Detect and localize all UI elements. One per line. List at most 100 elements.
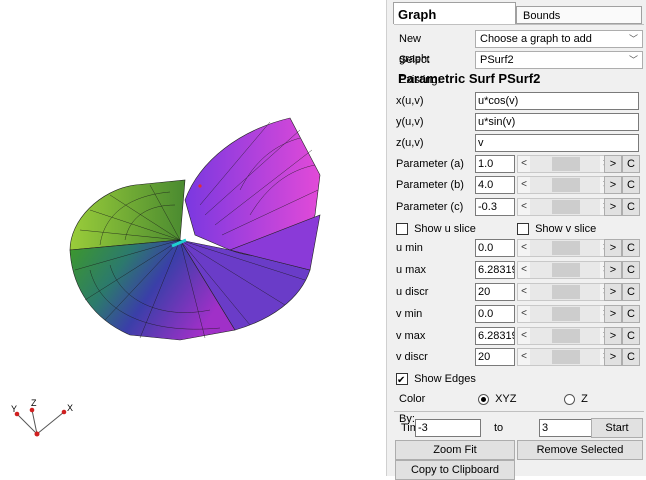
range-input[interactable]: 20 xyxy=(475,348,515,366)
range-reset-button[interactable]: C xyxy=(622,239,640,257)
parameter-slider[interactable]: <> xyxy=(517,176,613,194)
slider-left-arrow-icon[interactable]: < xyxy=(518,177,530,193)
range-input[interactable]: 6.28319 xyxy=(475,327,515,345)
slider-thumb[interactable] xyxy=(552,350,580,364)
slider-left-arrow-icon[interactable]: < xyxy=(518,156,530,172)
parameter-input[interactable]: -0.3 xyxy=(475,198,515,216)
select-existing-select[interactable]: PSurf2 ﹀ xyxy=(475,51,643,69)
parameter-reset-button[interactable]: C xyxy=(622,176,640,194)
range-slider[interactable]: <> xyxy=(517,305,613,323)
range-label: u discr xyxy=(396,286,429,298)
parameter-slider[interactable]: <> xyxy=(517,198,613,216)
parameter-step-button[interactable]: > xyxy=(604,198,622,216)
range-reset-button[interactable]: C xyxy=(622,348,640,366)
range-input[interactable]: 6.28319 xyxy=(475,261,515,279)
slider-thumb[interactable] xyxy=(552,263,580,277)
range-input[interactable]: 0.0 xyxy=(475,239,515,257)
z-radio[interactable] xyxy=(564,393,575,405)
show-u-slice-label: Show u slice xyxy=(414,223,476,235)
axis-x-label: X xyxy=(67,403,73,413)
range-reset-button[interactable]: C xyxy=(622,283,640,301)
range-slider[interactable]: <> xyxy=(517,239,613,257)
remove-selected-button[interactable]: Remove Selected xyxy=(517,440,643,460)
range-step-button[interactable]: > xyxy=(604,261,622,279)
plot-canvas[interactable]: Y Z X xyxy=(0,0,386,476)
slider-left-arrow-icon[interactable]: < xyxy=(518,284,530,300)
range-input[interactable]: 20 xyxy=(475,283,515,301)
surface-plot: Y Z X xyxy=(11,117,321,437)
range-reset-button[interactable]: C xyxy=(622,261,640,279)
function-input[interactable]: u*cos(v) xyxy=(475,92,639,110)
color-by-xyz[interactable]: XYZ xyxy=(478,389,516,409)
xyz-label: XYZ xyxy=(495,393,517,405)
parameter-label: Parameter (c) xyxy=(396,201,464,213)
parameter-reset-button[interactable]: C xyxy=(622,198,640,216)
show-edges-label: Show Edges xyxy=(414,373,476,385)
axis-z-dot xyxy=(29,407,35,413)
slider-thumb[interactable] xyxy=(552,285,580,299)
range-reset-button[interactable]: C xyxy=(622,305,640,323)
axis-origin xyxy=(34,431,40,437)
tab-graph[interactable]: Graph xyxy=(393,2,516,24)
slider-left-arrow-icon[interactable]: < xyxy=(518,306,530,322)
slider-thumb[interactable] xyxy=(552,241,580,255)
new-graph-value: Choose a graph to add xyxy=(480,33,592,45)
function-label: z(u,v) xyxy=(396,137,424,149)
function-label: y(u,v) xyxy=(396,116,424,128)
slider-left-arrow-icon[interactable]: < xyxy=(518,199,530,215)
zoom-fit-button[interactable]: Zoom Fit xyxy=(395,440,515,460)
range-input[interactable]: 0.0 xyxy=(475,305,515,323)
tab-bounds[interactable]: Bounds xyxy=(516,6,642,24)
show-edges-checkbox[interactable] xyxy=(396,371,408,391)
copy-to-clipboard-button[interactable]: Copy to Clipboard xyxy=(395,460,515,480)
range-step-button[interactable]: > xyxy=(604,327,622,345)
color-by-z[interactable]: Z xyxy=(564,389,588,409)
axes-gizmo xyxy=(16,409,65,435)
parameter-slider[interactable]: <> xyxy=(517,155,613,173)
chevron-down-icon: ﹀ xyxy=(628,55,638,65)
show-u-slice-checkbox[interactable] xyxy=(396,223,408,236)
parameter-input[interactable]: 4.0 xyxy=(475,176,515,194)
show-edges-row[interactable]: Show Edges xyxy=(396,369,476,391)
slider-thumb[interactable] xyxy=(552,157,580,171)
range-slider[interactable]: <> xyxy=(517,283,613,301)
range-slider[interactable]: <> xyxy=(517,327,613,345)
axis-z-label: Z xyxy=(31,398,37,408)
show-u-slice-row[interactable]: Show u slice xyxy=(396,219,476,239)
slider-left-arrow-icon[interactable]: < xyxy=(518,240,530,256)
show-v-slice-row[interactable]: Show v slice xyxy=(517,219,596,239)
axis-y-label: Y xyxy=(11,404,17,414)
range-step-button[interactable]: > xyxy=(604,239,622,257)
slider-left-arrow-icon[interactable]: < xyxy=(518,349,530,365)
slider-thumb[interactable] xyxy=(552,200,580,214)
parameter-step-button[interactable]: > xyxy=(604,155,622,173)
slider-left-arrow-icon[interactable]: < xyxy=(518,328,530,344)
range-reset-button[interactable]: C xyxy=(622,327,640,345)
function-input[interactable]: u*sin(v) xyxy=(475,113,639,131)
function-input[interactable]: v xyxy=(475,134,639,152)
parameter-label: Parameter (b) xyxy=(396,179,464,191)
range-step-button[interactable]: > xyxy=(604,283,622,301)
slider-thumb[interactable] xyxy=(552,178,580,192)
time-from-input[interactable]: -3 xyxy=(415,419,481,437)
section-title: Parametric Surf PSurf2 xyxy=(398,71,541,86)
range-slider[interactable]: <> xyxy=(517,348,613,366)
range-slider[interactable]: <> xyxy=(517,261,613,279)
slider-thumb[interactable] xyxy=(552,329,580,343)
range-label: u max xyxy=(396,264,426,276)
slider-thumb[interactable] xyxy=(552,307,580,321)
xyz-radio[interactable] xyxy=(478,393,489,405)
parameter-reset-button[interactable]: C xyxy=(622,155,640,173)
spiral-surface xyxy=(69,117,321,341)
new-graph-select[interactable]: Choose a graph to add ﹀ xyxy=(475,30,643,48)
parameter-step-button[interactable]: > xyxy=(604,176,622,194)
z-label: Z xyxy=(581,393,588,405)
range-label: v max xyxy=(396,330,426,342)
parameter-label: Parameter (a) xyxy=(396,158,464,170)
slider-left-arrow-icon[interactable]: < xyxy=(518,262,530,278)
show-v-slice-checkbox[interactable] xyxy=(517,223,529,236)
parameter-input[interactable]: 1.0 xyxy=(475,155,515,173)
range-step-button[interactable]: > xyxy=(604,348,622,366)
range-step-button[interactable]: > xyxy=(604,305,622,323)
start-button[interactable]: Start xyxy=(591,418,643,438)
